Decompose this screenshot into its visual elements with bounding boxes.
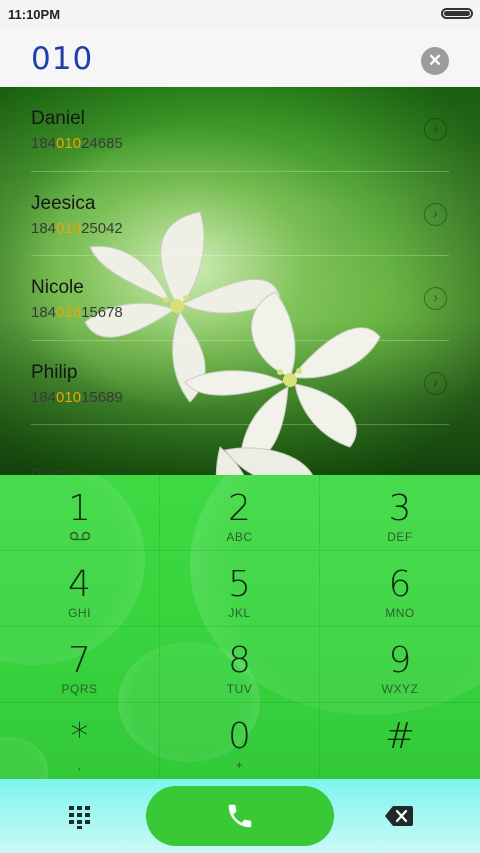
key-letters: + (235, 758, 244, 772)
contact-name: Jeesica (31, 192, 96, 214)
contact-list: Daniel 18401024685 › Jeesica 18401025042… (0, 87, 480, 425)
key-letters: DEF (387, 530, 413, 544)
key-digit: 4 (68, 564, 91, 605)
dialpad-grid-icon[interactable] (66, 802, 94, 830)
contact-detail-button[interactable]: › (424, 287, 447, 310)
key-6[interactable]: 6 MNO (320, 551, 480, 627)
clear-icon: ✕ (427, 51, 443, 70)
key-0[interactable]: 0 + (160, 703, 320, 779)
contact-row[interactable]: Daniel 18401024685 › (31, 87, 449, 172)
key-3[interactable]: 3 DEF (320, 475, 480, 551)
contact-row[interactable]: Philip 18401015689 › (31, 341, 449, 425)
key-hash[interactable]: # (320, 703, 480, 779)
key-letters: PQRS (61, 682, 98, 696)
key-8[interactable]: 8 TUV (160, 627, 320, 703)
status-bar: 11:10PM (0, 0, 480, 28)
key-letters: GHI (68, 606, 91, 620)
call-button[interactable] (146, 786, 334, 846)
chevron-right-icon: › (433, 373, 438, 391)
contact-detail-button[interactable]: › (424, 118, 447, 141)
contact-row[interactable]: Nicole 18401015678 › (31, 256, 449, 341)
key-9[interactable]: 9 WXYZ (320, 627, 480, 703)
key-7[interactable]: 7 PQRS (0, 627, 160, 703)
chevron-right-icon: › (433, 120, 438, 137)
contact-detail-button[interactable]: › (424, 202, 447, 226)
chevron-right-icon: › (433, 289, 438, 306)
key-letters: ABC (226, 530, 253, 544)
number-match: 010 (56, 388, 82, 406)
key-2[interactable]: 2 ABC (160, 475, 320, 551)
dialed-number[interactable]: 010 (31, 41, 93, 77)
key-digit: 0 (228, 716, 251, 757)
phone-icon (228, 804, 252, 828)
directory-label[interactable]: Directory (31, 466, 83, 475)
backspace-icon[interactable] (384, 805, 414, 827)
dial-input-bar: 010 ✕ (0, 28, 480, 87)
contact-row[interactable]: Jeesica 18401025042 › (31, 172, 449, 256)
key-digit: 1 (68, 488, 91, 529)
dialpad: 1 2 ABC 3 DEF 4 GHI 5 JKL 6 MNO 7 PQRS 8… (0, 475, 480, 779)
number-match: 010 (56, 304, 82, 321)
key-4[interactable]: 4 GHI (0, 551, 160, 627)
key-digit: # (384, 716, 416, 757)
key-digit: 9 (388, 640, 412, 681)
key-digit: 6 (388, 564, 412, 605)
search-results: Daniel 18401024685 › Jeesica 18401025042… (0, 87, 480, 475)
number-match: 010 (56, 219, 82, 237)
key-digit: * (70, 716, 89, 757)
bottom-action-bar (0, 779, 480, 853)
key-star[interactable]: * , (0, 703, 160, 779)
key-letters: JKL (228, 606, 251, 620)
key-digit: 8 (228, 640, 251, 681)
key-1[interactable]: 1 (0, 475, 160, 551)
chevron-right-icon: › (433, 204, 438, 222)
contact-number: 18401015689 (31, 388, 123, 406)
key-letters: TUV (226, 682, 253, 696)
contact-detail-button[interactable]: › (424, 371, 447, 395)
contact-name: Philip (31, 361, 78, 383)
number-match: 010 (56, 135, 82, 152)
key-letters: MNO (385, 606, 415, 620)
clear-button[interactable]: ✕ (421, 47, 449, 75)
status-time: 11:10PM (8, 7, 61, 22)
voicemail-icon (69, 531, 90, 541)
contact-number: 18401024685 (31, 135, 123, 152)
key-letters: WXYZ (381, 682, 419, 696)
key-letters: , (77, 758, 82, 772)
key-digit: 5 (228, 564, 251, 605)
key-5[interactable]: 5 JKL (160, 551, 320, 627)
contact-number: 18401015678 (31, 304, 123, 321)
key-digit: 2 (228, 488, 251, 529)
contact-name: Daniel (31, 108, 85, 129)
key-digit: 7 (68, 640, 91, 681)
battery-icon (441, 8, 473, 19)
contact-name: Nicole (31, 277, 84, 298)
key-digit: 3 (388, 488, 412, 529)
contact-number: 18401025042 (31, 219, 123, 237)
